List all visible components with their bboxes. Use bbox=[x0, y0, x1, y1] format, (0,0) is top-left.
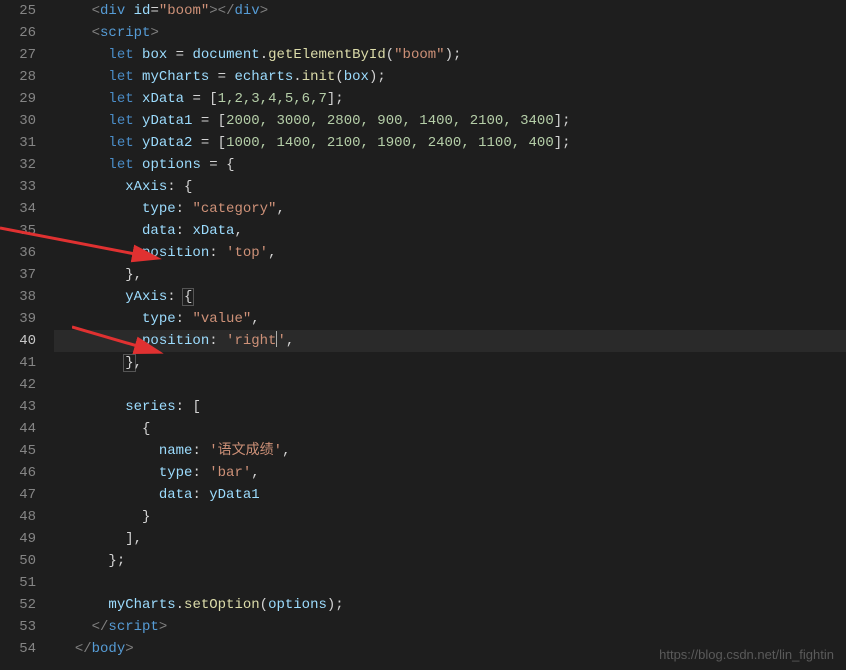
line-number: 46 bbox=[0, 462, 36, 484]
line-number: 31 bbox=[0, 132, 36, 154]
line-number: 34 bbox=[0, 198, 36, 220]
code-line[interactable]: <script> bbox=[54, 22, 846, 44]
line-number: 54 bbox=[0, 638, 36, 660]
code-line[interactable]: data: yData1 bbox=[54, 484, 846, 506]
line-number: 41 bbox=[0, 352, 36, 374]
line-number: 45 bbox=[0, 440, 36, 462]
code-line[interactable]: let yData1 = [2000, 3000, 2800, 900, 140… bbox=[54, 110, 846, 132]
code-line[interactable]: position: 'right', bbox=[54, 330, 846, 352]
line-number: 25 bbox=[0, 0, 36, 22]
line-number: 36 bbox=[0, 242, 36, 264]
code-line[interactable]: </script> bbox=[54, 616, 846, 638]
line-number: 38 bbox=[0, 286, 36, 308]
code-line[interactable]: xAxis: { bbox=[54, 176, 846, 198]
code-line[interactable]: }; bbox=[54, 550, 846, 572]
code-line[interactable]: }, bbox=[54, 264, 846, 286]
line-number: 48 bbox=[0, 506, 36, 528]
code-line[interactable]: myCharts.setOption(options); bbox=[54, 594, 846, 616]
line-number: 47 bbox=[0, 484, 36, 506]
line-number: 49 bbox=[0, 528, 36, 550]
code-line[interactable]: type: 'bar', bbox=[54, 462, 846, 484]
code-line[interactable]: position: 'top', bbox=[54, 242, 846, 264]
code-line[interactable]: let yData2 = [1000, 1400, 2100, 1900, 24… bbox=[54, 132, 846, 154]
code-line[interactable]: <div id="boom"></div> bbox=[54, 0, 846, 22]
line-number: 53 bbox=[0, 616, 36, 638]
code-line[interactable] bbox=[54, 572, 846, 594]
line-number: 32 bbox=[0, 154, 36, 176]
line-number: 39 bbox=[0, 308, 36, 330]
code-line[interactable]: { bbox=[54, 418, 846, 440]
line-number: 43 bbox=[0, 396, 36, 418]
code-editor[interactable]: 25 26 27 28 29 30 31 32 33 34 35 36 37 3… bbox=[0, 0, 846, 670]
code-line[interactable]: type: "value", bbox=[54, 308, 846, 330]
code-line[interactable]: let xData = [1,2,3,4,5,6,7]; bbox=[54, 88, 846, 110]
code-line[interactable] bbox=[54, 374, 846, 396]
line-number: 33 bbox=[0, 176, 36, 198]
line-number: 42 bbox=[0, 374, 36, 396]
line-number: 29 bbox=[0, 88, 36, 110]
line-number: 30 bbox=[0, 110, 36, 132]
line-number-gutter: 25 26 27 28 29 30 31 32 33 34 35 36 37 3… bbox=[0, 0, 54, 670]
line-number: 35 bbox=[0, 220, 36, 242]
line-number: 27 bbox=[0, 44, 36, 66]
line-number: 26 bbox=[0, 22, 36, 44]
line-number: 37 bbox=[0, 264, 36, 286]
code-line[interactable]: series: [ bbox=[54, 396, 846, 418]
line-number: 52 bbox=[0, 594, 36, 616]
code-line[interactable]: yAxis: { bbox=[54, 286, 846, 308]
code-line[interactable]: data: xData, bbox=[54, 220, 846, 242]
line-number: 40 bbox=[0, 330, 36, 352]
line-number: 51 bbox=[0, 572, 36, 594]
line-number: 50 bbox=[0, 550, 36, 572]
code-line[interactable]: let box = document.getElementById("boom"… bbox=[54, 44, 846, 66]
code-line[interactable]: let myCharts = echarts.init(box); bbox=[54, 66, 846, 88]
code-line[interactable]: } bbox=[54, 506, 846, 528]
watermark-text: https://blog.csdn.net/lin_fightin bbox=[659, 647, 834, 662]
code-line[interactable]: let options = { bbox=[54, 154, 846, 176]
code-line[interactable]: type: "category", bbox=[54, 198, 846, 220]
line-number: 28 bbox=[0, 66, 36, 88]
line-number: 44 bbox=[0, 418, 36, 440]
code-content[interactable]: <div id="boom"></div> <script> let box =… bbox=[54, 0, 846, 670]
code-line[interactable]: }, bbox=[54, 352, 846, 374]
code-line[interactable]: ], bbox=[54, 528, 846, 550]
code-line[interactable]: name: '语文成绩', bbox=[54, 440, 846, 462]
